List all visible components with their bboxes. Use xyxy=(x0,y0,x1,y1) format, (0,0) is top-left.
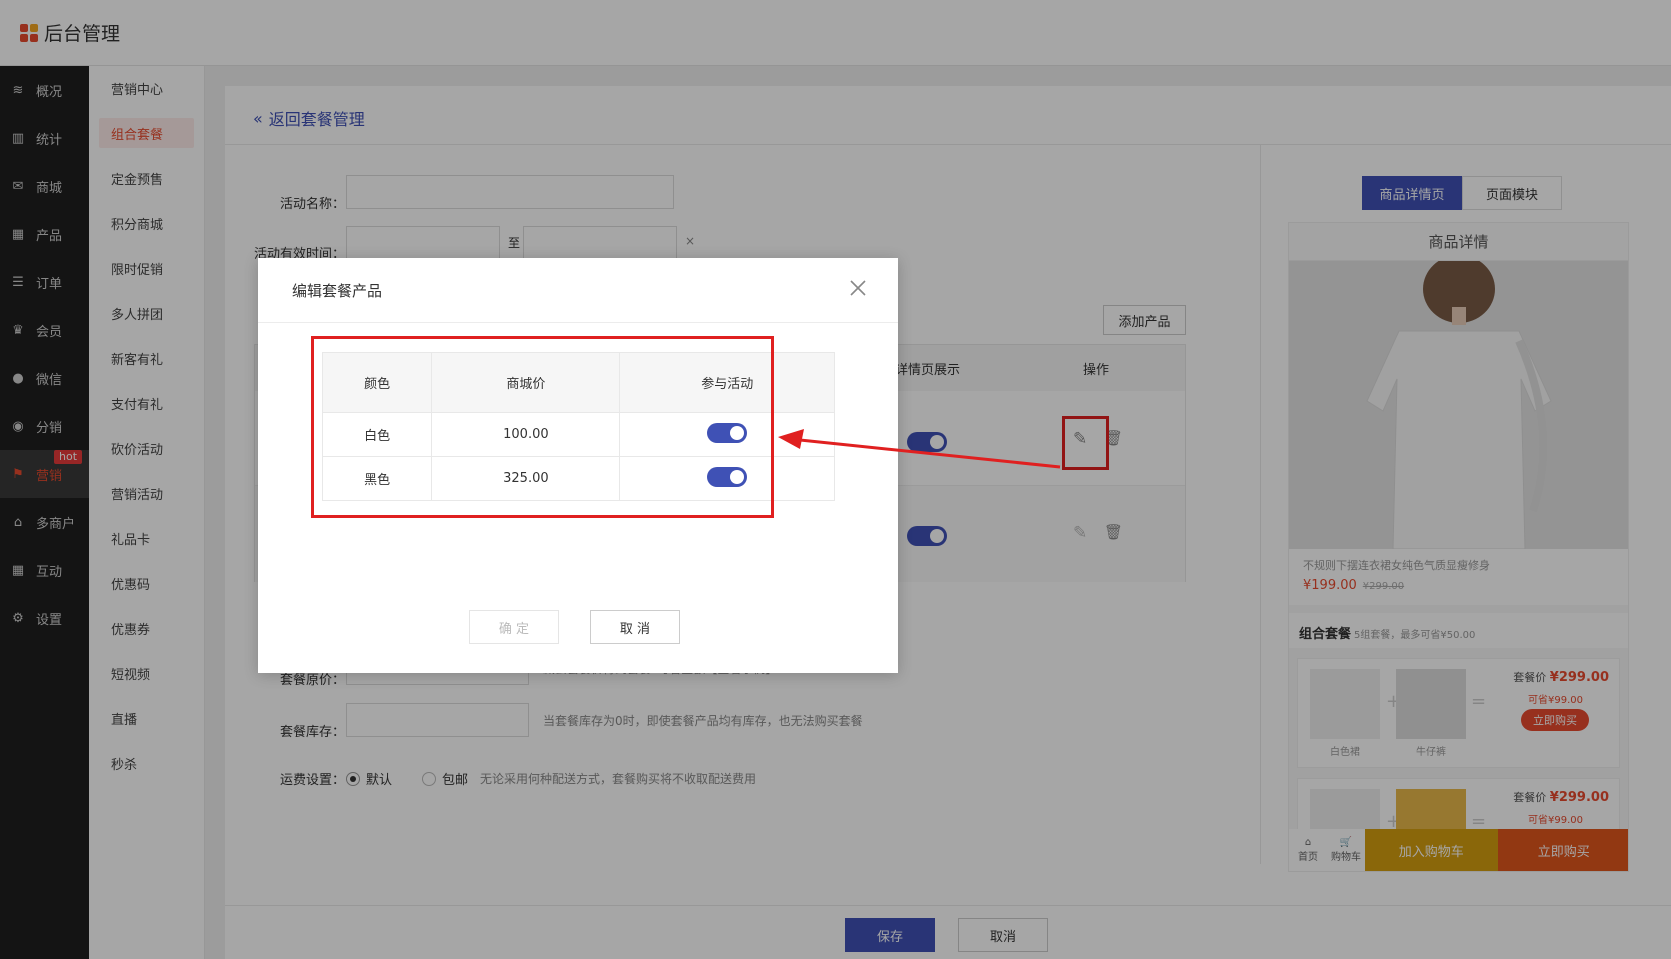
modal-title: 编辑套餐产品 xyxy=(292,282,383,300)
confirm-button[interactable]: 确 定 xyxy=(469,610,559,644)
modal-divider xyxy=(258,322,898,323)
modal-cancel-button[interactable]: 取 消 xyxy=(590,610,680,644)
close-icon[interactable] xyxy=(846,276,870,300)
annotation-arrow xyxy=(778,429,1061,469)
table-highlight-box xyxy=(311,336,774,518)
